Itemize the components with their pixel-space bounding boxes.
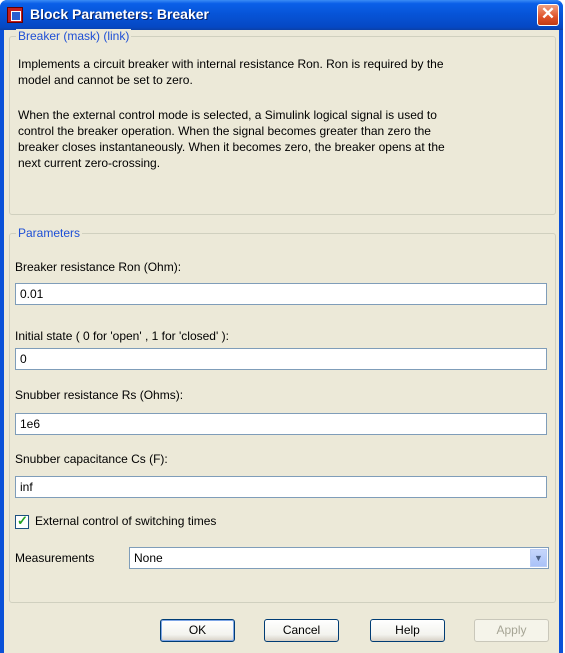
- description-line: When the external control mode is select…: [18, 108, 437, 122]
- external-control-checkbox[interactable]: ✓: [15, 513, 29, 529]
- dialog-window: Block Parameters: Breaker ✕ Breaker (mas…: [0, 0, 563, 653]
- measurements-selected-value: None: [134, 551, 163, 565]
- dialog-body: Breaker (mask) (link) Implements a circu…: [4, 29, 559, 653]
- description-paragraph-1: Implements a circuit breaker with intern…: [18, 56, 550, 88]
- window-title: Block Parameters: Breaker: [30, 6, 209, 22]
- close-icon: ✕: [540, 4, 556, 23]
- apply-button[interactable]: Apply: [474, 619, 549, 642]
- description-line: control the breaker operation. When the …: [18, 124, 431, 138]
- description-line: model and cannot be set to zero.: [18, 73, 193, 87]
- parameters-group-label: Parameters: [16, 226, 83, 240]
- description-line: Implements a circuit breaker with intern…: [18, 57, 444, 71]
- checkmark-icon: ✓: [17, 513, 28, 528]
- ron-label: Breaker resistance Ron (Ohm):: [15, 260, 182, 274]
- description-line: breaker closes instantaneously. When it …: [18, 140, 445, 154]
- title-bar[interactable]: Block Parameters: Breaker ✕: [0, 0, 563, 30]
- ron-input[interactable]: [15, 283, 547, 305]
- initial-state-input[interactable]: [15, 348, 547, 370]
- help-button[interactable]: Help: [370, 619, 445, 642]
- close-button[interactable]: ✕: [537, 4, 559, 26]
- description-line: next current zero-crossing.: [18, 156, 161, 170]
- cs-input[interactable]: [15, 476, 547, 498]
- dropdown-arrow-icon[interactable]: ▼: [530, 549, 547, 567]
- ok-button[interactable]: OK: [160, 619, 235, 642]
- mask-description-group: Breaker (mask) (link) Implements a circu…: [9, 29, 556, 215]
- rs-input[interactable]: [15, 413, 547, 435]
- initial-state-label: Initial state ( 0 for 'open' , 1 for 'cl…: [15, 329, 229, 343]
- rs-label: Snubber resistance Rs (Ohms):: [15, 388, 184, 402]
- description-paragraph-2: When the external control mode is select…: [18, 107, 550, 171]
- mask-group-label: Breaker (mask) (link): [16, 29, 132, 43]
- cancel-button[interactable]: Cancel: [264, 619, 339, 642]
- cs-label: Snubber capacitance Cs (F):: [15, 452, 168, 466]
- measurements-label: Measurements: [15, 551, 95, 565]
- external-control-label[interactable]: External control of switching times: [35, 514, 216, 528]
- measurements-select[interactable]: None ▼: [129, 547, 549, 569]
- simulink-block-icon: [7, 7, 23, 23]
